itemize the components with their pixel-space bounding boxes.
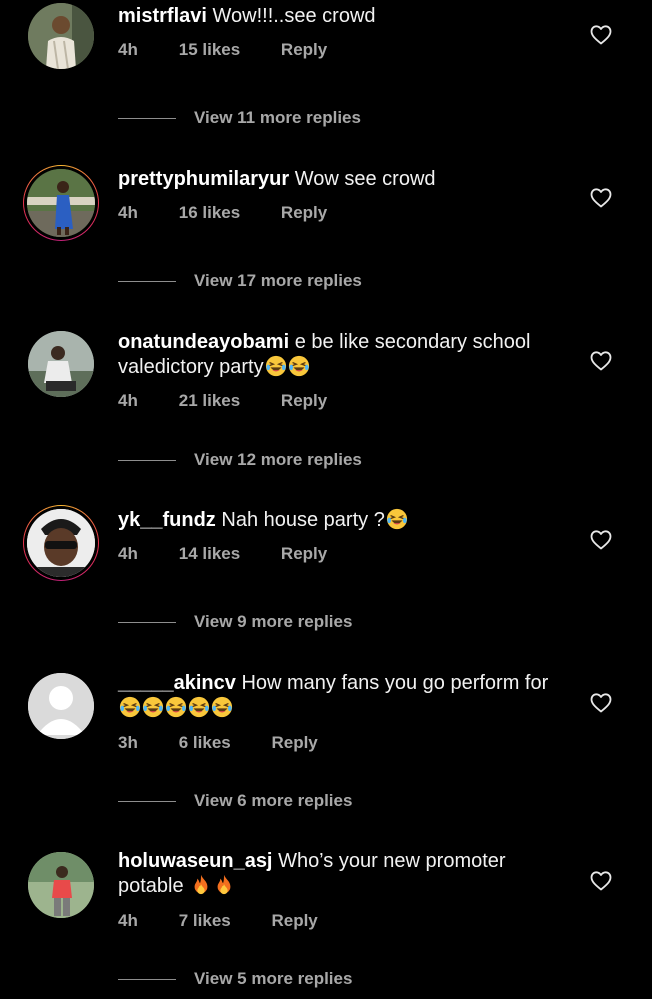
comment-text: Wow see crowd (294, 168, 436, 190)
laughing-emoji-icon (386, 508, 408, 530)
fire-emoji-icon (190, 874, 212, 896)
divider-line (118, 459, 176, 461)
fire-emoji-icon (213, 874, 235, 896)
view-more-replies-label[interactable]: View 17 more replies (194, 271, 362, 291)
reply-button[interactable]: Reply (271, 911, 317, 931)
heart-icon[interactable] (588, 691, 614, 715)
view-more-replies-button[interactable]: View 6 more replies (118, 791, 352, 811)
comment-likes[interactable]: 14 likes (179, 544, 240, 564)
heart-icon[interactable] (588, 528, 614, 552)
heart-icon[interactable] (588, 869, 614, 893)
reply-button[interactable]: Reply (281, 544, 327, 564)
comment-likes[interactable]: 16 likes (179, 203, 240, 223)
comment-body: prettyphumilaryur Wow see crowd (118, 167, 568, 192)
divider-line (118, 978, 176, 980)
reply-button[interactable]: Reply (271, 733, 317, 753)
avatar[interactable] (23, 0, 99, 74)
comment-username[interactable]: mistrflavi (118, 5, 207, 27)
comment-text: Nah house party ? (221, 509, 385, 531)
heart-icon[interactable] (588, 23, 614, 47)
comment-meta: 4h 15 likes Reply (118, 40, 327, 60)
laughing-emoji-icon (211, 696, 233, 718)
reply-button[interactable]: Reply (281, 40, 327, 60)
comment-body: mistrflavi Wow!!!..see crowd (118, 4, 568, 29)
avatar[interactable] (23, 326, 99, 402)
reply-button[interactable]: Reply (281, 203, 327, 223)
comment-time: 3h (118, 733, 138, 752)
divider-line (118, 800, 176, 802)
view-more-replies-button[interactable]: View 9 more replies (118, 612, 352, 632)
comment-text: How many fans you go perform for (241, 672, 549, 694)
view-more-replies-label[interactable]: View 6 more replies (194, 791, 352, 811)
laughing-emoji-icon (165, 696, 187, 718)
reply-button[interactable]: Reply (281, 391, 327, 411)
heart-icon[interactable] (588, 349, 614, 373)
view-more-replies-label[interactable]: View 12 more replies (194, 450, 362, 470)
divider-line (118, 117, 176, 119)
avatar[interactable] (23, 165, 99, 241)
avatar[interactable] (23, 505, 99, 581)
laughing-emoji-icon (142, 696, 164, 718)
comment-time: 4h (118, 544, 138, 563)
comment-meta: 4h 16 likes Reply (118, 203, 327, 223)
view-more-replies-label[interactable]: View 9 more replies (194, 612, 352, 632)
comment-meta: 4h 21 likes Reply (118, 391, 327, 411)
comment-text: Wow!!!..see crowd (212, 5, 376, 27)
comment-username[interactable]: yk__fundz (118, 509, 216, 531)
view-more-replies-button[interactable]: View 12 more replies (118, 450, 362, 470)
comment-time: 4h (118, 911, 138, 930)
comment-body: onatundeayobami e be like secondary scho… (118, 330, 568, 380)
default-user-avatar-icon (28, 673, 94, 739)
comment-meta: 4h 14 likes Reply (118, 544, 327, 564)
comment-meta: 4h 7 likes Reply (118, 911, 318, 931)
comment-username[interactable]: _____akincv (118, 672, 236, 694)
comment-time: 4h (118, 40, 138, 59)
view-more-replies-button[interactable]: View 11 more replies (118, 108, 361, 128)
laughing-emoji-icon (265, 355, 287, 377)
comment-time: 4h (118, 391, 138, 410)
heart-icon[interactable] (588, 186, 614, 210)
view-more-replies-button[interactable]: View 17 more replies (118, 271, 362, 291)
comment-meta: 3h 6 likes Reply (118, 733, 318, 753)
divider-line (118, 280, 176, 282)
view-more-replies-button[interactable]: View 5 more replies (118, 969, 352, 989)
laughing-emoji-icon (188, 696, 210, 718)
view-more-replies-label[interactable]: View 11 more replies (194, 108, 361, 128)
comment-username[interactable]: holuwaseun_asj (118, 850, 273, 872)
comment-body: yk__fundz Nah house party ? (118, 508, 568, 533)
divider-line (118, 621, 176, 623)
laughing-emoji-icon (288, 355, 310, 377)
comment-username[interactable]: prettyphumilaryur (118, 168, 289, 190)
view-more-replies-label[interactable]: View 5 more replies (194, 969, 352, 989)
comment-body: holuwaseun_asj Who’s your new promoter p… (118, 849, 568, 899)
avatar[interactable] (23, 847, 99, 923)
comment-time: 4h (118, 203, 138, 222)
avatar[interactable] (23, 668, 99, 744)
comment-likes[interactable]: 6 likes (179, 733, 231, 753)
comment-likes[interactable]: 15 likes (179, 40, 240, 60)
comment-likes[interactable]: 21 likes (179, 391, 240, 411)
laughing-emoji-icon (119, 696, 141, 718)
comment-username[interactable]: onatundeayobami (118, 331, 289, 353)
comment-body: _____akincv How many fans you go perform… (118, 671, 568, 721)
comment-likes[interactable]: 7 likes (179, 911, 231, 931)
